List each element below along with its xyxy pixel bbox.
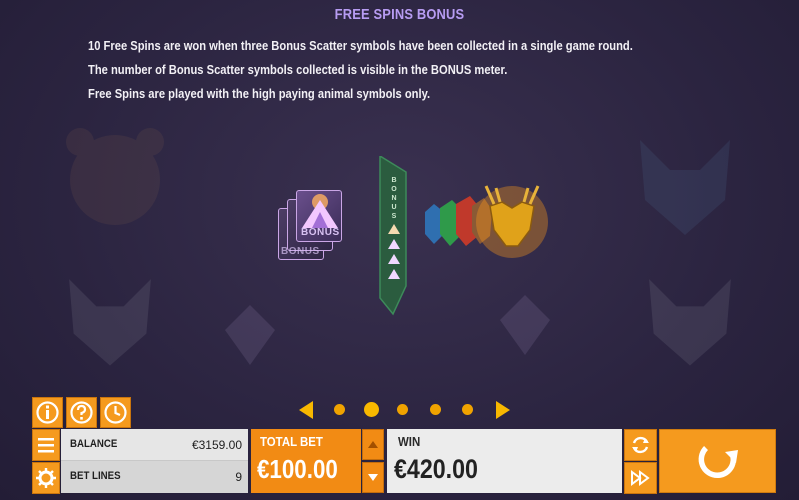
balance-value: €3159.00 — [191, 438, 242, 452]
balance-panel: BALANCE €3159.00 BET LINES 9 — [61, 429, 248, 493]
turbo-icon — [631, 470, 650, 486]
bonus-meter: B O N U S — [378, 156, 408, 316]
page-dot[interactable] — [397, 404, 408, 415]
autoplay-icon — [632, 436, 649, 454]
next-page-arrow-icon[interactable] — [494, 400, 512, 420]
meter-label: B O N U S — [391, 177, 397, 220]
background-wolf-silhouette — [640, 140, 730, 235]
chevron-up-icon — [368, 441, 378, 448]
turbo-button[interactable] — [624, 462, 657, 494]
scatter-label-back: BONUS — [281, 246, 320, 257]
win-value: €420.00 — [394, 454, 478, 484]
win-label: WIN — [398, 434, 421, 449]
balance-row: BALANCE €3159.00 — [61, 429, 248, 461]
menu-icon — [38, 438, 54, 453]
balance-label: BALANCE — [70, 438, 118, 450]
bet-lines-label: BET LINES — [70, 470, 121, 482]
page-dot[interactable] — [462, 404, 473, 415]
rule-line: 10 Free Spins are won when three Bonus S… — [88, 38, 633, 53]
bet-decrease-button[interactable] — [362, 462, 384, 493]
animal-symbols — [425, 185, 548, 258]
bet-lines-row: BET LINES 9 — [61, 461, 248, 493]
total-bet-label: TOTAL BET — [260, 434, 323, 449]
background-crystal-silhouette-2 — [225, 305, 275, 365]
previous-page-arrow-icon[interactable] — [297, 400, 315, 420]
chevron-down-icon — [368, 474, 378, 481]
page-dot[interactable] — [334, 404, 345, 415]
history-icon — [104, 401, 127, 424]
page-dot[interactable] — [430, 404, 441, 415]
spin-icon — [698, 446, 738, 478]
bet-lines-value: 9 — [235, 470, 242, 484]
mountain-glow-icon — [302, 194, 338, 228]
help-icon — [70, 401, 93, 424]
page-dot-active[interactable] — [364, 402, 379, 417]
background-wolf-silhouette-left — [69, 279, 151, 366]
menu-button[interactable] — [32, 429, 60, 461]
section-title: FREE SPINS BONUS — [334, 6, 465, 23]
rule-line: The number of Bonus Scatter symbols coll… — [88, 62, 508, 77]
autoplay-button[interactable] — [624, 429, 657, 461]
total-bet-panel: TOTAL BET €100.00 — [251, 429, 361, 493]
info-button[interactable] — [32, 397, 63, 428]
bonus-scatter-symbols: BONUS BONUS — [278, 190, 354, 264]
background-bear-silhouette — [66, 128, 164, 225]
background-crystal-silhouette — [500, 295, 550, 355]
total-bet-value: €100.00 — [257, 454, 338, 484]
rule-line: Free Spins are played with the high payi… — [88, 86, 431, 101]
history-button[interactable] — [100, 397, 131, 428]
settings-button[interactable] — [32, 462, 60, 494]
settings-icon — [36, 468, 56, 488]
info-icon — [36, 401, 59, 424]
scatter-label: BONUS — [301, 227, 340, 238]
win-panel: WIN €420.00 — [387, 429, 622, 493]
background-fox-silhouette — [649, 279, 731, 366]
page-navigation — [297, 398, 517, 422]
help-button[interactable] — [66, 397, 97, 428]
bet-increase-button[interactable] — [362, 429, 384, 460]
spin-button[interactable] — [659, 429, 776, 493]
rules-text: 10 Free Spins are won when three Bonus S… — [88, 37, 768, 109]
